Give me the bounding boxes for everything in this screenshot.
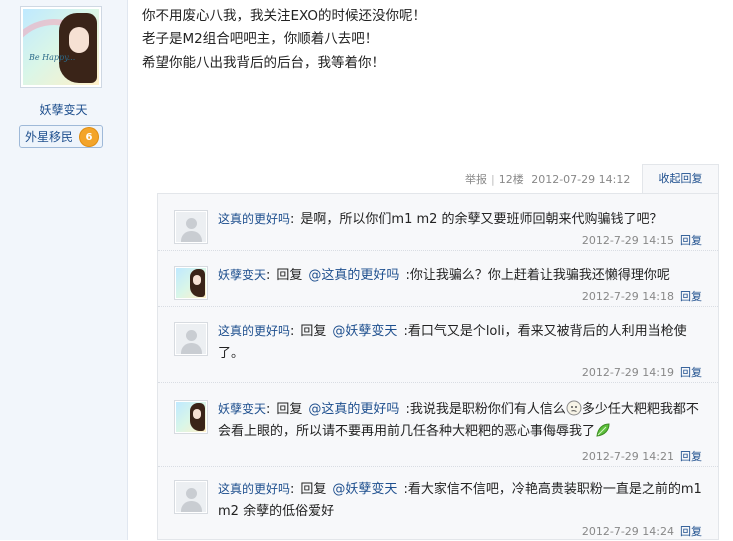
reply-time: 2012-7-29 14:15	[581, 234, 674, 247]
level-icon: 6	[80, 128, 98, 146]
reply-target-link[interactable]: @妖孽变天	[332, 324, 397, 339]
rank-label: 外星移民	[25, 130, 74, 144]
sub-reply-item: 这真的更好吗: 回复 @妖孽变天:看口气又是个loli，看来又被背后的人利用当枪使了…	[158, 306, 718, 383]
sub-reply-text: 这真的更好吗: 回复 @妖孽变天:看口气又是个loli，看来又被背后的人利用当枪使了…	[218, 320, 704, 365]
reply-button[interactable]: 回复	[680, 525, 702, 538]
user-avatar-icon[interactable]	[174, 400, 208, 434]
author-username[interactable]: 妖孽变天	[0, 101, 127, 118]
reply-username[interactable]: 妖孽变天	[218, 402, 266, 416]
floor-number: 12楼	[498, 173, 524, 186]
author-sidebar: Be Happy... 妖孽变天 外星移民 6	[0, 0, 128, 540]
reply-time: 2012-7-29 14:24	[581, 525, 674, 538]
report-link[interactable]: 举报	[465, 173, 487, 186]
reply-time: 2012-7-29 14:18	[581, 290, 674, 303]
post-line-3: 希望你能八出我背后的后台，我等着你！	[142, 55, 385, 71]
reply-username[interactable]: 妖孽变天	[218, 268, 266, 282]
reply-meta: 2012-7-29 14:15 回复	[582, 232, 702, 248]
sub-reply-item: 妖孽变天: 回复 @这真的更好吗 :你让我骗么？你上赶着让我骗我还懒得理你呢 2012…	[158, 250, 718, 307]
reply-meta: 2012-7-29 14:19 回复	[582, 364, 702, 380]
avatar-face	[69, 27, 89, 53]
post-line-2: 老子是M2组合吧吧主，你顺着八去吧！	[142, 31, 379, 47]
reply-button[interactable]: 回复	[680, 450, 702, 463]
reply-meta: 2012-7-29 14:21 回复	[582, 448, 702, 464]
reply-word: 回复	[300, 324, 327, 339]
reply-button[interactable]: 回复	[680, 366, 702, 379]
sub-reply-item: 这真的更好吗: 是啊，所以你们m1 m2 的余孽又要班师回朝来代购骗钱了吧？ 20…	[158, 194, 718, 251]
sub-reply-text: 这真的更好吗: 是啊，所以你们m1 m2 的余孽又要班师回朝来代购骗钱了吧？	[218, 208, 704, 231]
sub-reply-text: 妖孽变天: 回复 @这真的更好吗 :你让我骗么？你上赶着让我骗我还懒得理你呢	[218, 264, 704, 287]
sub-reply-text: 妖孽变天: 回复 @这真的更好吗:我说我是职粉你们有人信么 多少任大粑粑我都不会看上眼…	[218, 398, 704, 443]
avatar-caption: Be Happy...	[29, 53, 76, 62]
colon: :	[266, 268, 271, 283]
reply-username[interactable]: 这真的更好吗	[218, 482, 290, 496]
reply-word: 回复	[276, 268, 303, 283]
reply-content: :我说我是职粉你们有人信么	[405, 402, 566, 417]
colon: :	[290, 212, 295, 227]
reply-username[interactable]: 这真的更好吗	[218, 212, 290, 226]
post-meta: 举报 | 12楼 2012-07-29 14:12	[465, 173, 631, 186]
reply-target-link[interactable]: @这真的更好吗	[308, 402, 399, 417]
green-leaf-emoji-icon	[596, 423, 610, 437]
thinking-face-emoji-icon	[566, 400, 582, 416]
reply-button[interactable]: 回复	[680, 234, 702, 247]
reply-word: 回复	[300, 482, 327, 497]
author-rank-badge[interactable]: 外星移民 6	[19, 125, 103, 148]
colon: :	[266, 402, 271, 417]
colon: :	[290, 324, 295, 339]
sub-reply-item: 这真的更好吗: 回复 @妖孽变天:看大家信不信吧，冷艳高贵装职粉一直是之前的m1 m…	[158, 466, 718, 541]
sub-reply-list: 这真的更好吗: 是啊，所以你们m1 m2 的余孽又要班师回朝来代购骗钱了吧？ 20…	[157, 193, 719, 540]
default-avatar-icon[interactable]	[174, 322, 208, 356]
reply-meta: 2012-7-29 14:18 回复	[582, 288, 702, 304]
reply-time: 2012-7-29 14:21	[581, 450, 674, 463]
sub-reply-item: 妖孽变天: 回复 @这真的更好吗:我说我是职粉你们有人信么 多少任大粑粑我都不会看上眼…	[158, 382, 718, 467]
collapse-reply-button[interactable]: 收起回复	[642, 164, 719, 194]
reply-word: 回复	[276, 402, 303, 417]
reply-content: :你让我骗么？你上赶着让我骗我还懒得理你呢	[405, 268, 670, 283]
reply-username[interactable]: 这真的更好吗	[218, 324, 290, 338]
post-line-1: 你不用废心八我，我关注EXO的时候还没你呢！	[142, 8, 427, 24]
default-avatar-icon[interactable]	[174, 480, 208, 514]
reply-time: 2012-7-29 14:19	[581, 366, 674, 379]
default-avatar-icon[interactable]	[174, 210, 208, 244]
sub-reply-text: 这真的更好吗: 回复 @妖孽变天:看大家信不信吧，冷艳高贵装职粉一直是之前的m1 m…	[218, 478, 704, 523]
reply-content: 是啊，所以你们m1 m2 的余孽又要班师回朝来代购骗钱了吧？	[300, 212, 663, 227]
reply-button[interactable]: 回复	[680, 290, 702, 303]
post-datetime: 2012-07-29 14:12	[531, 173, 631, 186]
reply-target-link[interactable]: @这真的更好吗	[308, 268, 399, 283]
user-avatar-icon[interactable]	[174, 266, 208, 300]
author-avatar[interactable]: Be Happy...	[20, 6, 102, 88]
reply-target-link[interactable]: @妖孽变天	[332, 482, 397, 497]
colon: :	[290, 482, 295, 497]
reply-meta: 2012-7-29 14:24 回复	[582, 523, 702, 539]
avatar-image: Be Happy...	[23, 9, 99, 85]
